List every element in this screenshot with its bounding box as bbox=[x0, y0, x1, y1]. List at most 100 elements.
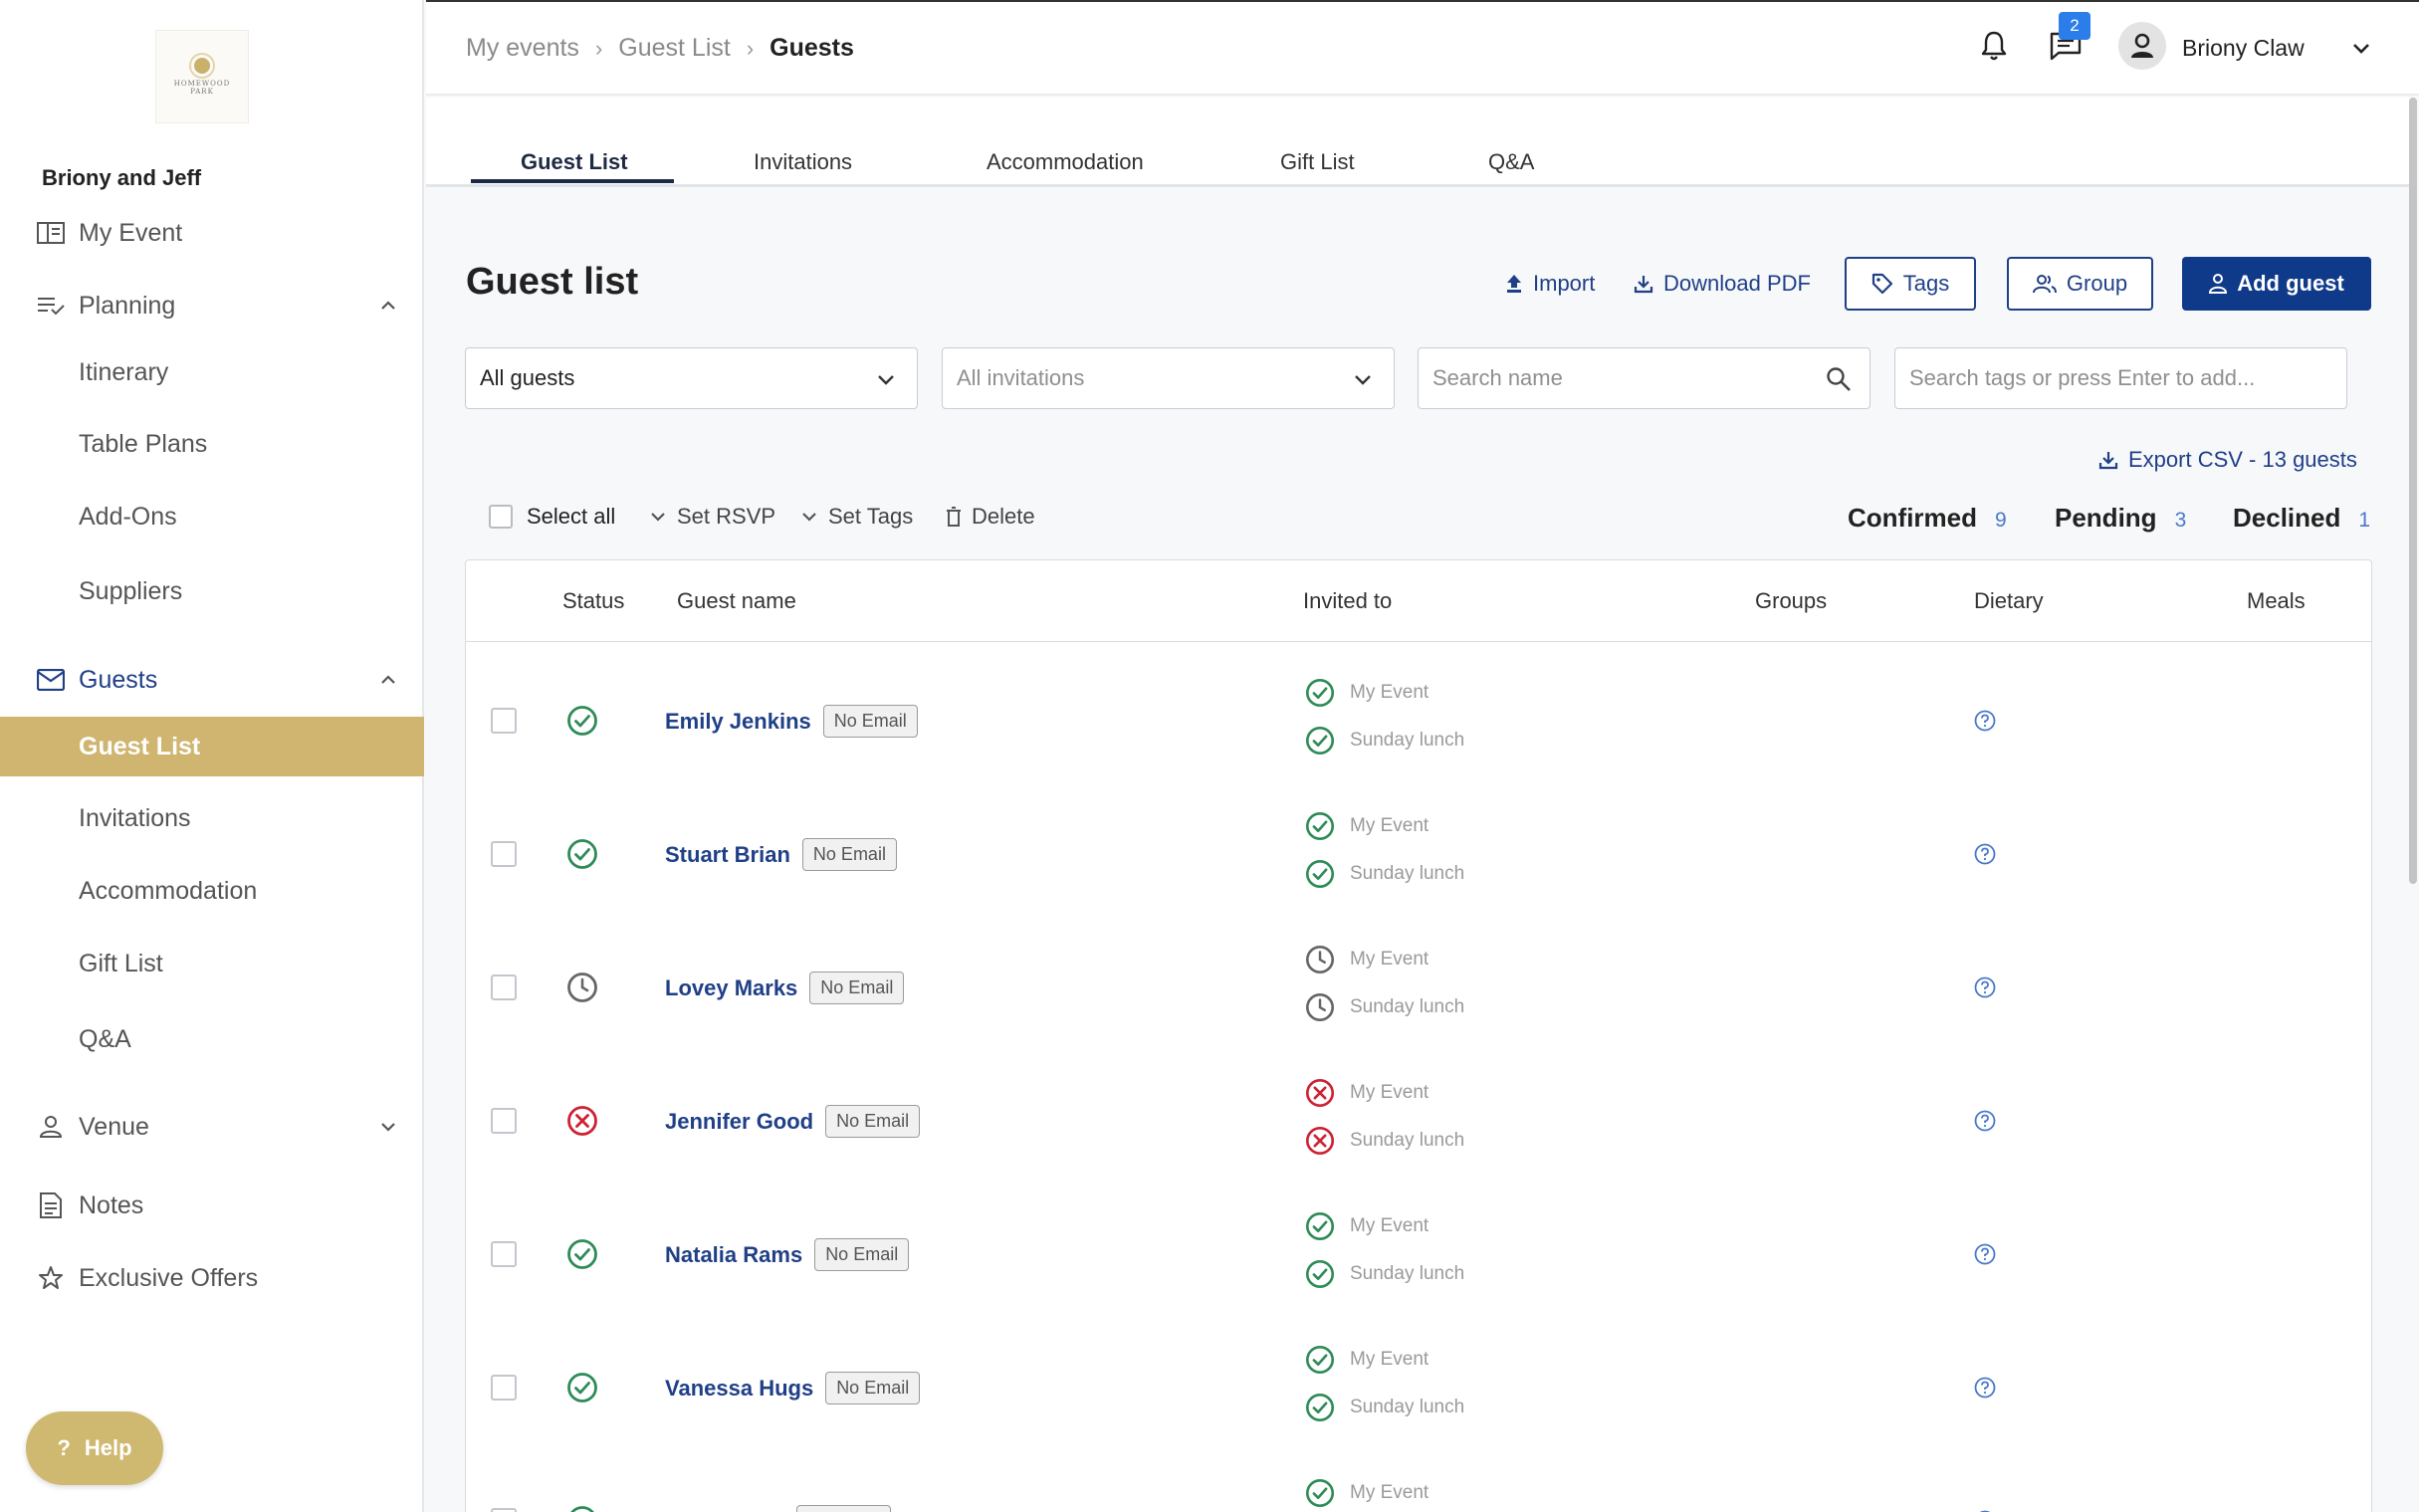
chevron-up-icon[interactable] bbox=[376, 668, 400, 692]
table-row[interactable]: Emily Jenkins No Email My Event Sunday lunc… bbox=[466, 653, 2371, 786]
select-all[interactable]: Select all bbox=[489, 504, 615, 530]
confirmed-count[interactable]: Confirmed 9 bbox=[1848, 503, 2007, 534]
table-row[interactable]: Vanessa Hugs No Email My Event Sunday lunch bbox=[466, 1320, 2371, 1453]
sidebar-item-gift-list[interactable]: Gift List bbox=[0, 946, 424, 981]
column-dietary[interactable]: Dietary bbox=[1974, 588, 2044, 614]
tab-guest-list[interactable]: Guest List bbox=[521, 149, 628, 175]
check-circle-icon bbox=[565, 837, 599, 871]
column-status[interactable]: Status bbox=[562, 588, 624, 614]
breadcrumb-guest-list[interactable]: Guest List bbox=[618, 34, 731, 63]
table-row[interactable]: Stuart Brian No Email My Event Sunday lunch bbox=[466, 786, 2371, 920]
column-groups[interactable]: Groups bbox=[1755, 588, 1827, 614]
guest-name-link[interactable]: Vanessa Hugs No Email bbox=[665, 1372, 921, 1404]
sidebar-item-add-ons[interactable]: Add-Ons bbox=[0, 499, 424, 535]
sidebar-item-venue[interactable]: Venue bbox=[0, 1109, 424, 1145]
dietary-help-icon[interactable] bbox=[1973, 1109, 1997, 1133]
table-row[interactable]: Lovey Marks No Email My Event Sunday lunch bbox=[466, 920, 2371, 1053]
user-name[interactable]: Briony Claw bbox=[2182, 35, 2305, 62]
sidebar-item-notes[interactable]: Notes bbox=[0, 1188, 424, 1223]
declined-count[interactable]: Declined 1 bbox=[2233, 503, 2370, 534]
search-tags-input[interactable]: Search tags or press Enter to add... bbox=[1894, 347, 2347, 409]
invited-event-label: Sunday lunch bbox=[1350, 1263, 1465, 1284]
row-checkbox[interactable] bbox=[491, 841, 517, 867]
sidebar-item-itinerary[interactable]: Itinerary bbox=[0, 354, 424, 390]
dietary-help-icon[interactable] bbox=[1973, 975, 1997, 999]
person-icon bbox=[36, 1112, 66, 1142]
breadcrumb-my-events[interactable]: My events bbox=[466, 34, 579, 63]
dietary-help-icon[interactable] bbox=[1973, 1242, 1997, 1266]
chevron-down-icon[interactable] bbox=[2349, 36, 2373, 60]
column-guest-name[interactable]: Guest name bbox=[677, 588, 796, 614]
row-checkbox[interactable] bbox=[491, 1108, 517, 1134]
sidebar-item-suppliers[interactable]: Suppliers bbox=[0, 573, 424, 609]
venue-logo[interactable]: HOMEWOOD PARK bbox=[155, 30, 249, 123]
delete-button[interactable]: Delete bbox=[946, 504, 1035, 530]
sidebar-item-invitations[interactable]: Invitations bbox=[0, 800, 424, 836]
sidebar-item-exclusive-offers[interactable]: Exclusive Offers bbox=[0, 1260, 424, 1296]
help-button[interactable]: ? Help bbox=[26, 1411, 163, 1485]
table-row[interactable]: Natalia Rams No Email My Event Sunday lunch bbox=[466, 1187, 2371, 1320]
pending-count[interactable]: Pending 3 bbox=[2055, 503, 2186, 534]
sidebar-item-accommodation[interactable]: Accommodation bbox=[0, 873, 424, 909]
download-pdf-label: Download PDF bbox=[1663, 271, 1811, 296]
search-icon[interactable] bbox=[1826, 366, 1852, 392]
sidebar-item-guest-list[interactable]: Guest List bbox=[0, 717, 424, 776]
row-checkbox[interactable] bbox=[491, 1508, 517, 1512]
row-checkbox[interactable] bbox=[491, 1241, 517, 1267]
download-pdf-button[interactable]: Download PDF bbox=[1634, 271, 1811, 297]
guest-name-link[interactable]: Stuart Brian No Email bbox=[665, 838, 897, 871]
column-meals[interactable]: Meals bbox=[2247, 588, 2306, 614]
guest-name-link[interactable]: Natalia Rams No Email bbox=[665, 1238, 910, 1271]
notification-badge: 2 bbox=[2059, 12, 2090, 40]
chevron-up-icon[interactable] bbox=[376, 294, 400, 318]
sidebar-item-label: Notes bbox=[79, 1190, 144, 1219]
sidebar-item-planning[interactable]: Planning bbox=[0, 288, 424, 324]
bell-icon[interactable] bbox=[1979, 30, 2009, 62]
import-button[interactable]: Import bbox=[1505, 271, 1595, 297]
sidebar-item-table-plans[interactable]: Table Plans bbox=[0, 426, 424, 462]
table-row[interactable]: Emilia ConiNo EmailMy EventSunday lunch bbox=[466, 1453, 2371, 1512]
add-guest-button[interactable]: Add guest bbox=[2182, 257, 2371, 311]
tab-qa[interactable]: Q&A bbox=[1488, 149, 1534, 175]
check-circle-icon bbox=[1304, 1210, 1336, 1242]
no-email-badge: No Email bbox=[809, 972, 905, 1004]
guest-filter-value: All guests bbox=[480, 365, 575, 390]
dietary-help-icon[interactable] bbox=[1973, 1376, 1997, 1400]
guest-name-link[interactable]: Lovey Marks No Email bbox=[665, 972, 905, 1004]
sidebar-item-my-event[interactable]: My Event bbox=[0, 215, 424, 251]
tab-accommodation[interactable]: Accommodation bbox=[987, 149, 1144, 175]
avatar[interactable] bbox=[2118, 22, 2166, 70]
guest-name-link[interactable]: Emily Jenkins No Email bbox=[665, 705, 918, 738]
dietary-help-icon[interactable] bbox=[1973, 709, 1997, 733]
guest-name-link[interactable]: Emilia Coni No Email bbox=[665, 1505, 891, 1512]
dietary-help-icon[interactable] bbox=[1973, 842, 1997, 866]
table-row[interactable]: Jennifer Good No Email My Event Sunday lunc… bbox=[466, 1053, 2371, 1187]
sidebar-item-qa[interactable]: Q&A bbox=[0, 1021, 424, 1057]
tab-gift-list[interactable]: Gift List bbox=[1280, 149, 1355, 175]
sidebar-item-guests[interactable]: Guests bbox=[0, 662, 424, 698]
tab-invitations[interactable]: Invitations bbox=[754, 149, 852, 175]
set-tags-button[interactable]: Set Tags bbox=[800, 504, 913, 530]
scrollbar[interactable] bbox=[2409, 98, 2417, 884]
logo-text-line1: HOMEWOOD bbox=[173, 80, 231, 88]
check-circle-icon bbox=[565, 1237, 599, 1271]
chevron-down-icon bbox=[651, 513, 665, 522]
row-checkbox[interactable] bbox=[491, 1375, 517, 1401]
guest-filter-select[interactable]: All guests bbox=[465, 347, 918, 409]
group-button[interactable]: Group bbox=[2007, 257, 2153, 311]
invited-event: My Event bbox=[1304, 1077, 1429, 1109]
chevron-down-icon[interactable] bbox=[376, 1115, 400, 1139]
guest-name-link[interactable]: Jennifer Good No Email bbox=[665, 1105, 921, 1138]
search-name-input[interactable]: Search name bbox=[1418, 347, 1870, 409]
column-invited-to[interactable]: Invited to bbox=[1303, 588, 1392, 614]
no-email-badge: No Email bbox=[825, 1105, 921, 1138]
export-csv-button[interactable]: Export CSV - 13 guests bbox=[2098, 447, 2357, 473]
select-all-checkbox[interactable] bbox=[489, 505, 513, 529]
row-checkbox[interactable] bbox=[491, 708, 517, 734]
invitation-filter-select[interactable]: All invitations bbox=[942, 347, 1395, 409]
set-rsvp-button[interactable]: Set RSVP bbox=[649, 504, 775, 530]
tags-button[interactable]: Tags bbox=[1845, 257, 1976, 311]
pending-number: 3 bbox=[2174, 509, 2187, 532]
set-rsvp-label: Set RSVP bbox=[677, 504, 776, 529]
row-checkbox[interactable] bbox=[491, 974, 517, 1000]
